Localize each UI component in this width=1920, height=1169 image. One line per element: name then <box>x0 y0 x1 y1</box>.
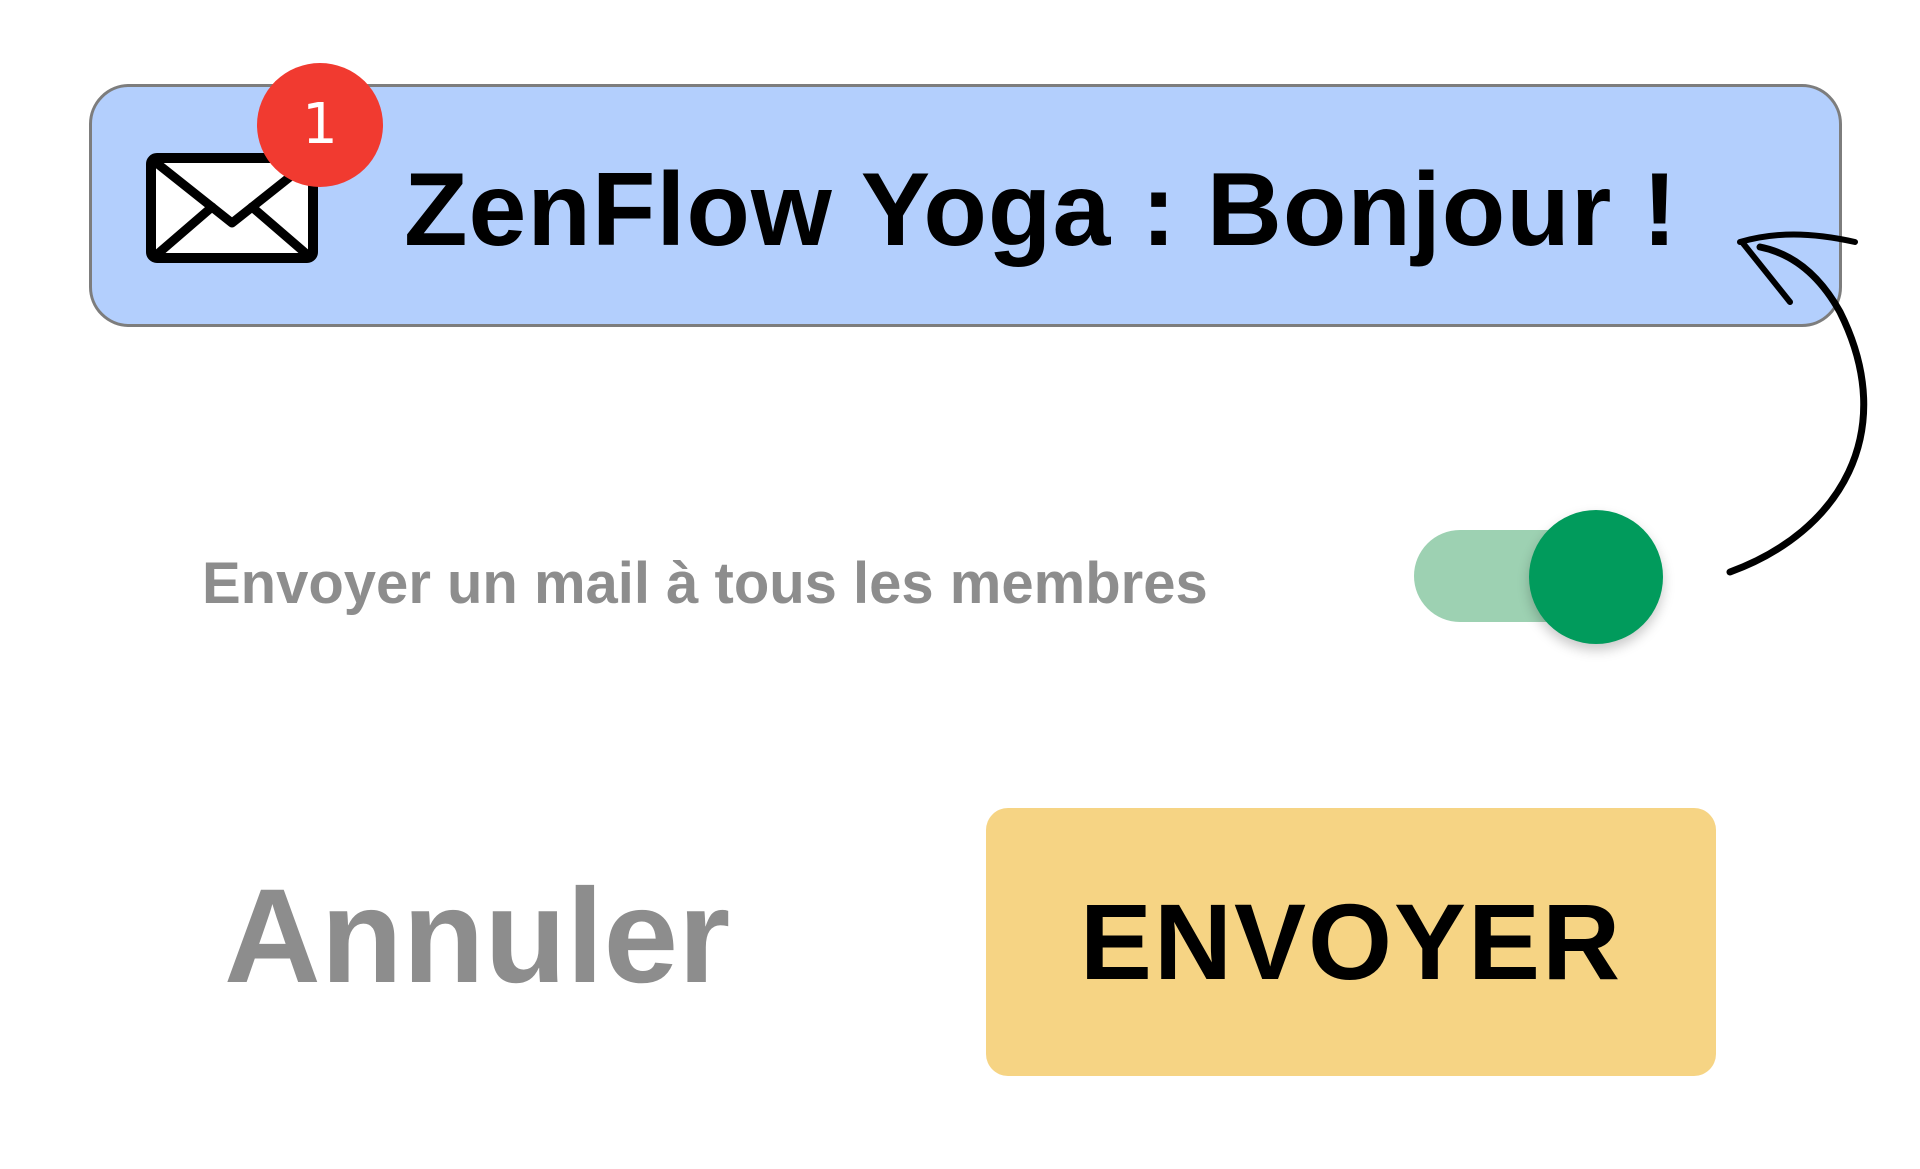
send-button[interactable]: ENVOYER <box>986 808 1716 1076</box>
send-to-all-members-toggle[interactable] <box>1414 510 1664 646</box>
send-to-all-members-label: Envoyer un mail à tous les membres <box>202 551 1208 616</box>
send-button-label: ENVOYER <box>1079 881 1623 1002</box>
notification-count-badge: 1 <box>257 63 383 187</box>
canvas: 1 ZenFlow Yoga : Bonjour ! Envoyer un ma… <box>0 0 1920 1169</box>
cancel-button[interactable]: Annuler <box>224 862 730 1012</box>
toggle-thumb[interactable] <box>1529 510 1663 644</box>
curved-arrow-icon <box>1726 231 1868 576</box>
notification-title: ZenFlow Yoga : Bonjour ! <box>404 152 1678 268</box>
